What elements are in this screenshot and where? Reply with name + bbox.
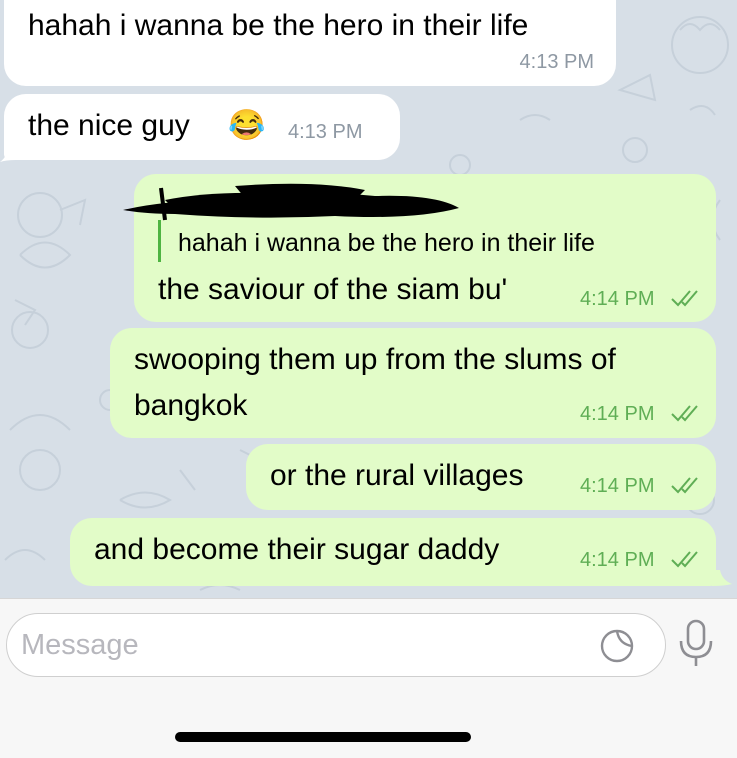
message-timestamp: 4:14 PM: [580, 288, 655, 310]
message-text: or the rural villages: [270, 459, 524, 492]
message-input-placeholder: Message: [21, 629, 139, 661]
redacted-author-scribble: [123, 183, 459, 221]
message-text: hahah i wanna be the hero in their life: [28, 9, 529, 42]
read-double-check-icon: [671, 477, 698, 494]
message-timestamp: 4:14 PM: [580, 475, 655, 497]
message-text-line: swooping them up from the slums of: [134, 343, 616, 376]
home-indicator: [175, 732, 471, 742]
message-text: the nice guy: [28, 109, 190, 142]
message-timestamp: 4:14 PM: [580, 403, 655, 425]
bubble-tail: [0, 146, 16, 162]
sticker-icon[interactable]: [599, 628, 635, 664]
outgoing-message-bubble[interactable]: and become their sugar daddy 4:14 PM: [70, 518, 716, 586]
read-double-check-icon: [671, 290, 698, 307]
message-list[interactable]: hahah i wanna be the hero in their life …: [0, 0, 737, 598]
message-text: and become their sugar daddy: [94, 533, 500, 566]
reply-quote-text: hahah i wanna be the hero in their life: [178, 229, 595, 257]
message-timestamp: 4:13 PM: [519, 51, 594, 73]
read-double-check-icon: [671, 405, 698, 422]
incoming-message-bubble[interactable]: the nice guy 😂 4:13 PM: [4, 94, 400, 160]
message-text-line: bangkok: [134, 389, 248, 422]
outgoing-message-bubble[interactable]: or the rural villages 4:14 PM: [246, 444, 716, 510]
chat-screen: hahah i wanna be the hero in their life …: [0, 0, 737, 758]
face-with-tears-of-joy-emoji: 😂: [228, 109, 266, 142]
microphone-icon[interactable]: [676, 619, 716, 669]
message-timestamp: 4:14 PM: [580, 549, 655, 571]
read-double-check-icon: [671, 551, 698, 568]
bubble-tail: [712, 570, 732, 586]
message-timestamp: 4:13 PM: [288, 121, 363, 143]
message-composer: Message: [0, 598, 737, 758]
message-input[interactable]: Message: [6, 613, 666, 677]
outgoing-message-bubble[interactable]: swooping them up from the slums of bangk…: [110, 328, 716, 438]
incoming-message-bubble[interactable]: hahah i wanna be the hero in their life …: [4, 0, 616, 86]
message-text: the saviour of the siam bu': [158, 273, 508, 306]
